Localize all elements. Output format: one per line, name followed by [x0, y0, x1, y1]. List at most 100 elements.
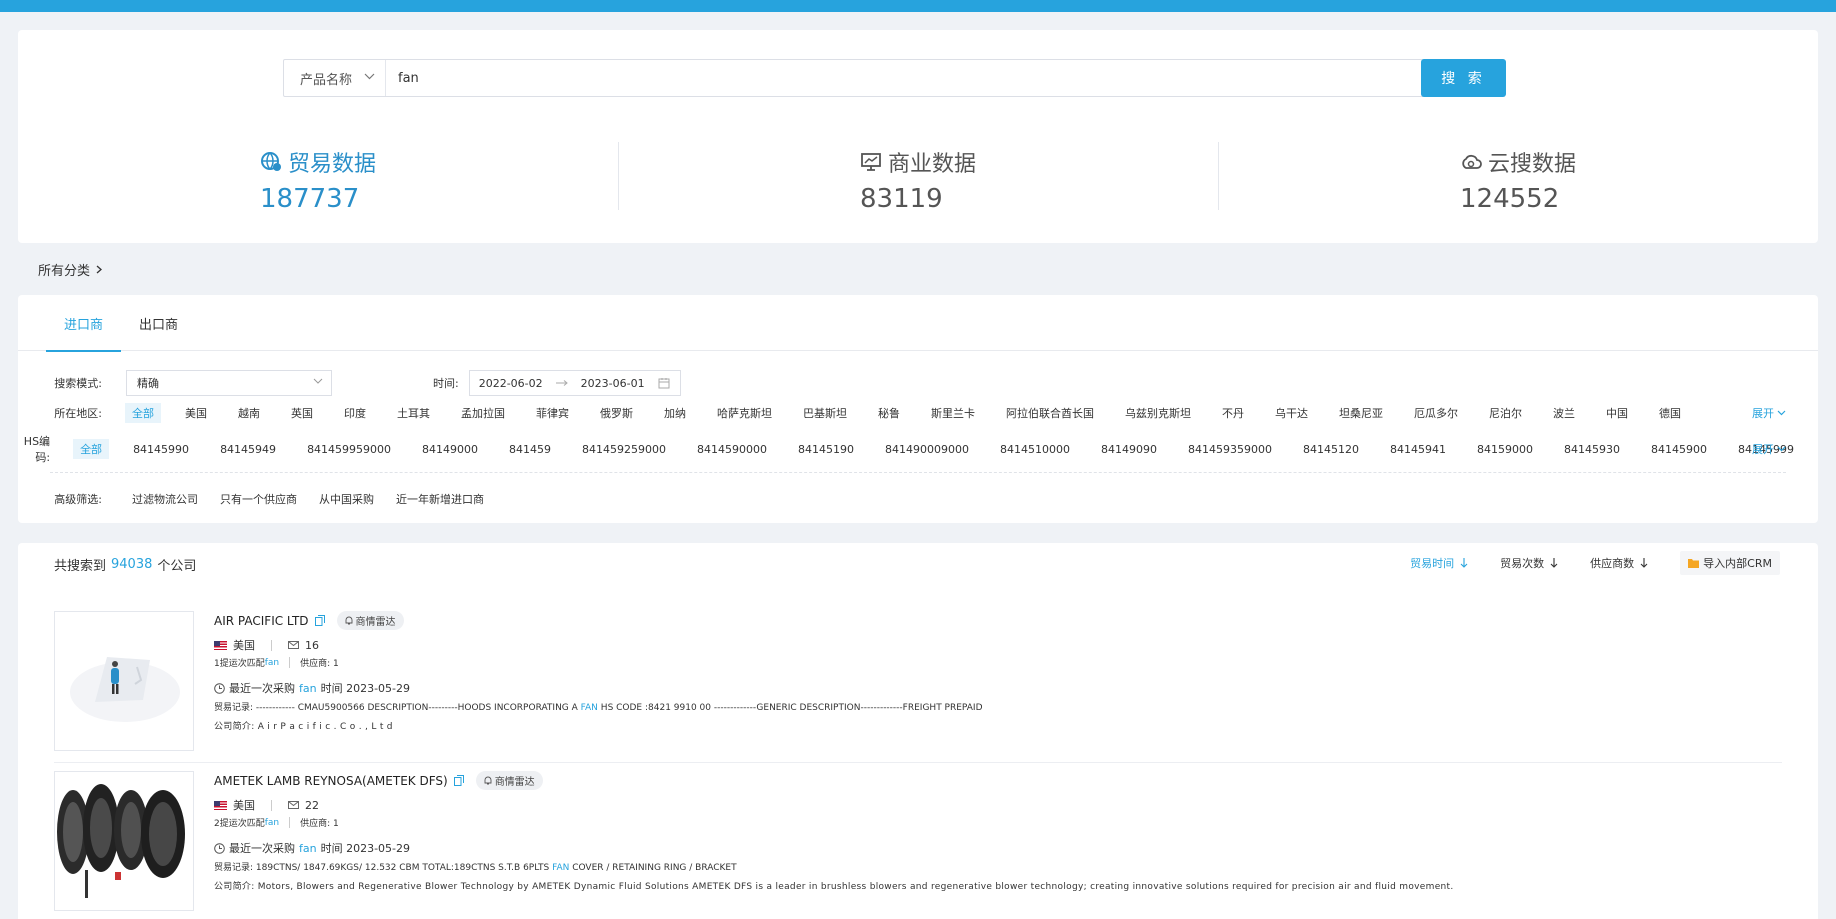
region-chip[interactable]: 乌干达: [1268, 403, 1315, 423]
bell-icon: [484, 776, 492, 785]
mode-time-row: 搜索模式: 精确 时间: 2022-06-02 2023-06-01: [18, 370, 1818, 396]
sort-label: 供应商数: [1590, 557, 1635, 570]
region-chip[interactable]: 不丹: [1215, 403, 1251, 423]
company-name[interactable]: AMETEK LAMB REYNOSA(AMETEK DFS): [214, 774, 448, 788]
hs-code-chip[interactable]: 84145949: [213, 441, 283, 458]
region-chip[interactable]: 尼泊尔: [1482, 403, 1529, 423]
search-mode-value: 精确: [137, 377, 159, 390]
sort-trade-time[interactable]: 贸易时间: [1410, 555, 1468, 571]
sort-label: 贸易时间: [1410, 557, 1455, 570]
region-chip[interactable]: 哈萨克斯坦: [710, 403, 779, 423]
filter-divider: [50, 472, 1786, 473]
breadcrumb[interactable]: 所有分类: [0, 243, 1836, 295]
import-crm-label: 导入内部CRM: [1703, 557, 1772, 570]
region-chip[interactable]: 菲律宾: [529, 403, 576, 423]
tab-exporters[interactable]: 出口商: [121, 295, 196, 351]
region-chip[interactable]: 英国: [284, 403, 320, 423]
region-chip[interactable]: 越南: [231, 403, 267, 423]
region-chip[interactable]: 中国: [1599, 403, 1635, 423]
hs-code-chip[interactable]: 841490009000: [878, 441, 976, 458]
copy-icon[interactable]: [453, 775, 464, 786]
search-type-select[interactable]: 产品名称: [284, 60, 386, 96]
region-chip[interactable]: 坦桑尼亚: [1332, 403, 1390, 423]
supplier-count: 供应商: 1: [300, 819, 339, 829]
trade-record: 贸易记录: 189CTNS/ 1847.69KGS/ 12.532 CBM TO…: [214, 860, 737, 873]
monitor-chart-icon: [860, 151, 882, 173]
advanced-filter-option[interactable]: 只有一个供应商: [220, 489, 297, 509]
search-mode-select[interactable]: 精确: [126, 370, 332, 396]
hs-code-chip[interactable]: 84145941: [1383, 441, 1453, 458]
radar-badge[interactable]: 商情雷达: [336, 611, 404, 630]
sort-trade-count[interactable]: 贸易次数: [1500, 555, 1558, 571]
import-crm-button[interactable]: 导入内部CRM: [1680, 551, 1780, 575]
region-expand-button[interactable]: 展开: [1752, 405, 1786, 421]
company-placeholder-image: [54, 611, 194, 751]
region-chip[interactable]: 加纳: [657, 403, 693, 423]
hs-code-chip[interactable]: 84159000: [1470, 441, 1540, 458]
hs-code-chip[interactable]: 8414510000: [993, 441, 1077, 458]
trade-record-keyword: FAN: [552, 863, 570, 873]
hs-code-chip[interactable]: 84145120: [1296, 441, 1366, 458]
region-chip[interactable]: 秘鲁: [871, 403, 907, 423]
hs-code-chip[interactable]: 84145990: [126, 441, 196, 458]
region-chip[interactable]: 厄瓜多尔: [1407, 403, 1465, 423]
region-chip[interactable]: 孟加拉国: [454, 403, 512, 423]
search-button[interactable]: 搜 索: [1421, 59, 1506, 97]
sort-supplier-count[interactable]: 供应商数: [1590, 555, 1648, 571]
region-chip[interactable]: 俄罗斯: [593, 403, 640, 423]
company-name[interactable]: AIR PACIFIC LTD: [214, 614, 309, 628]
region-chip[interactable]: 全部: [125, 403, 161, 423]
arrow-right-icon: [555, 380, 568, 386]
region-chip[interactable]: 印度: [337, 403, 373, 423]
hs-code-chip[interactable]: 841459959000: [300, 441, 398, 458]
us-flag-icon: [214, 640, 227, 650]
tab-importers[interactable]: 进口商: [46, 295, 122, 352]
region-chip[interactable]: 巴基斯坦: [796, 403, 854, 423]
breadcrumb-label: 所有分类: [38, 263, 91, 279]
advanced-filter-option[interactable]: 过滤物流公司: [132, 489, 198, 509]
advanced-filter-option[interactable]: 近一年新增进口商: [396, 489, 484, 509]
hs-code-chip[interactable]: 8414590000: [690, 441, 774, 458]
hs-chips: 全部 84145990 84145949 841459959000 84149000 84…: [73, 439, 1818, 459]
date-start[interactable]: 2022-06-02: [479, 377, 543, 390]
radar-badge[interactable]: 商情雷达: [475, 771, 543, 790]
region-chip[interactable]: 土耳其: [390, 403, 437, 423]
hs-code-chip[interactable]: 841459: [502, 441, 558, 458]
hs-expand-button[interactable]: 展开: [1752, 441, 1786, 457]
region-chip[interactable]: 斯里兰卡: [924, 403, 982, 423]
radar-label: 商情雷达: [494, 777, 535, 788]
company-intro: 公司简介: Motors, Blowers and Regenerative B…: [214, 882, 1454, 892]
region-chip[interactable]: 德国: [1652, 403, 1688, 423]
trade-record: 贸易记录: ------------ CMAU5900566 DESCRIPTI…: [214, 700, 983, 713]
advanced-row: 高级筛选: 过滤物流公司 只有一个供应商 从中国采购 近一年新增进口商: [18, 489, 1818, 509]
region-chip[interactable]: 阿拉伯联合酋长国: [999, 403, 1101, 423]
copy-icon[interactable]: [314, 615, 325, 626]
date-end[interactable]: 2023-06-01: [581, 377, 645, 390]
last-purchase-time: 时间 2023-05-29: [320, 682, 411, 695]
hs-code-chip[interactable]: 84145900: [1644, 441, 1714, 458]
advanced-filter-option[interactable]: 从中国采购: [319, 489, 374, 509]
stat-cloud-data[interactable]: 云搜数据 124552: [1218, 142, 1818, 214]
hs-code-chip[interactable]: 全部: [73, 439, 110, 459]
chevron-down-icon: [1777, 446, 1786, 452]
hs-code-chip[interactable]: 841459259000: [575, 441, 673, 458]
search-input[interactable]: fan: [386, 60, 1425, 96]
date-range-picker[interactable]: 2022-06-02 2023-06-01: [468, 370, 681, 396]
hs-code-chip[interactable]: 84145190: [791, 441, 861, 458]
stat-business-data[interactable]: 商业数据 83119: [618, 142, 1218, 214]
company-country: 美国: [233, 799, 255, 812]
match-prefix: 2提运次匹配: [214, 819, 265, 829]
last-purchase-time: 时间 2023-05-29: [320, 842, 411, 855]
hs-code-chip[interactable]: 84145930: [1557, 441, 1627, 458]
region-chip[interactable]: 乌兹别克斯坦: [1118, 403, 1198, 423]
chevron-down-icon: [313, 378, 323, 384]
region-chip[interactable]: 美国: [178, 403, 214, 423]
stat-trade-data[interactable]: 贸易数据 187737: [18, 142, 618, 214]
region-chips: 全部 美国 越南 英国 印度 土耳其 孟加拉国 菲律宾 俄罗斯 加纳 哈萨克斯坦 巴基斯坦 秘鲁 斯里兰卡…: [125, 403, 1705, 423]
hs-code-chip[interactable]: 84149090: [1094, 441, 1164, 458]
email-count: 16: [305, 638, 319, 652]
stat-trade-value: 187737: [260, 184, 360, 214]
region-chip[interactable]: 波兰: [1546, 403, 1582, 423]
hs-code-chip[interactable]: 84149000: [415, 441, 485, 458]
hs-code-chip[interactable]: 841459359000: [1181, 441, 1279, 458]
